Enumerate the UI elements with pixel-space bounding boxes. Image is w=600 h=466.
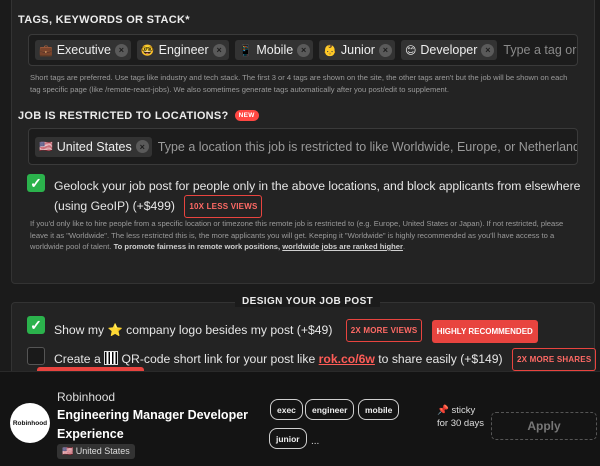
more-shares-badge: 2X MORE SHARES xyxy=(511,348,597,371)
remove-tag-icon[interactable]: × xyxy=(297,43,311,57)
apply-button[interactable]: Apply xyxy=(491,412,597,440)
tag-chip-label: Engineer xyxy=(158,43,209,57)
locations-label: JOB IS RESTRICTED TO LOCATIONS? NEW xyxy=(18,110,259,122)
more-views-badge: 2X MORE VIEWS xyxy=(345,319,423,342)
locations-label-text: JOB IS RESTRICTED TO LOCATIONS? xyxy=(18,110,229,122)
sticky-info: 📌 sticky for 30 days xyxy=(437,405,484,429)
new-badge: NEW xyxy=(234,110,259,121)
remove-tag-icon[interactable]: × xyxy=(378,43,392,57)
qr-option-prefix: Create a xyxy=(54,352,101,366)
qr-option-suffix: to share easily (+$149) xyxy=(378,352,503,366)
location-chip-label: United States xyxy=(56,139,132,154)
us-flag-icon: 🇺🇸 xyxy=(39,140,53,153)
tag-chip-label: Executive xyxy=(56,43,111,57)
company-name: Robinhood xyxy=(57,390,116,404)
remove-location-icon[interactable]: × xyxy=(135,140,149,153)
locations-input[interactable]: 🇺🇸 United States × Type a location this … xyxy=(28,128,578,165)
short-link[interactable]: rok.co/6w xyxy=(319,352,375,366)
qr-option-middle: QR-code short link for your post like xyxy=(121,352,316,366)
preview-tag-engineer[interactable]: engineer xyxy=(305,399,355,420)
qr-code-icon xyxy=(104,351,119,365)
location-chip-united-states: 🇺🇸 United States × xyxy=(35,136,152,157)
remove-tag-icon[interactable]: × xyxy=(114,43,128,57)
tags-input-placeholder[interactable]: Type a tag or keywor xyxy=(503,43,577,57)
tags-input[interactable]: 💼 Executive × 🤓 Engineer × 📱 Mobile × 👶 … xyxy=(28,34,578,66)
tag-chip-junior: 👶 Junior × xyxy=(319,40,395,60)
tag-chip-label: Mobile xyxy=(256,43,294,57)
briefcase-icon: 💼 xyxy=(39,43,53,57)
tags-help-text: Short tags are preferred. Use tags like … xyxy=(30,73,568,94)
baby-icon: 👶 xyxy=(323,43,337,57)
design-section-title: DESIGN YOUR JOB POST xyxy=(235,296,381,307)
highly-recommended-badge: HIGHLY RECOMMENDED xyxy=(431,320,538,343)
preview-tag-exec[interactable]: exec xyxy=(270,399,303,420)
location-pill: 🇺🇸 United States xyxy=(57,444,135,459)
mobile-phone-icon: 📱 xyxy=(238,43,253,57)
star-icon: ⭐ xyxy=(107,323,123,337)
tag-chip-developer: 😊 Developer × xyxy=(400,40,498,60)
company-logo: Robinhood xyxy=(10,403,50,443)
remove-tag-icon[interactable]: × xyxy=(481,43,495,57)
more-tags-indicator: ... xyxy=(311,436,320,447)
qr-checkbox[interactable] xyxy=(27,347,45,365)
logo-option-suffix: company logo besides my post (+$49) xyxy=(126,323,333,337)
remove-tag-icon[interactable]: × xyxy=(212,43,226,57)
geolock-text: Geolock your job post for people only in… xyxy=(54,179,581,213)
smiley-icon: 😊 xyxy=(404,43,417,57)
locations-help-text: If you'd only like to hire people from a… xyxy=(30,219,564,251)
preview-tag-junior[interactable]: junior xyxy=(269,428,307,449)
less-views-badge: 10X LESS VIEWS xyxy=(184,195,263,218)
nerd-face-icon: 🤓 xyxy=(140,43,155,57)
geolock-option: Geolock your job post for people only in… xyxy=(54,178,584,218)
job-preview-bar: Robinhood Robinhood Engineering Manager … xyxy=(0,371,600,466)
locations-input-placeholder[interactable]: Type a location this job is restricted t… xyxy=(158,140,577,154)
geolock-checkbox[interactable]: ✓ xyxy=(27,174,45,192)
tag-chip-executive: 💼 Executive × xyxy=(35,40,131,60)
tag-chip-label: Junior xyxy=(340,43,375,57)
tag-chip-mobile: 📱 Mobile × xyxy=(234,40,314,60)
tag-chip-engineer: 🤓 Engineer × xyxy=(136,40,229,60)
tags-label: TAGS, KEYWORDS OR STACK* xyxy=(18,14,190,26)
logo-checkbox[interactable]: ✓ xyxy=(27,316,45,334)
logo-option: Show my ⭐ company logo besides my post (… xyxy=(54,319,538,343)
logo-option-prefix: Show my xyxy=(54,323,105,337)
worldwide-ranked-link[interactable]: worldwide jobs are ranked higher xyxy=(282,242,403,251)
job-title: Engineering Manager Developer Experience xyxy=(57,408,249,441)
locations-help-bold: To promote fairness in remote work posit… xyxy=(113,242,281,251)
preview-tag-mobile[interactable]: mobile xyxy=(358,399,400,420)
tag-chip-label: Developer xyxy=(420,43,478,57)
